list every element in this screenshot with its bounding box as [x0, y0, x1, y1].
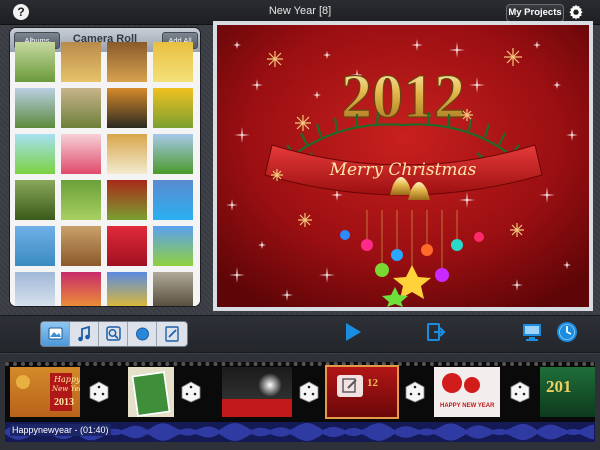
clip-greeting-card[interactable]	[128, 367, 174, 417]
export-icon[interactable]	[425, 321, 447, 343]
photo-thumbnail[interactable]	[61, 88, 101, 128]
photo-thumbnail[interactable]	[61, 180, 101, 220]
clip-text-new-year: New Year	[52, 385, 80, 393]
photo-thumbnail[interactable]	[153, 42, 193, 82]
audio-track-label: Happynewyear - (01:40)	[10, 424, 111, 436]
clip-201[interactable]: 201	[540, 367, 595, 417]
dice-icon[interactable]	[510, 381, 530, 403]
photo-thumbnail[interactable]	[153, 272, 193, 306]
clip-ornaments[interactable]: HAPPY NEW YEAR	[434, 367, 500, 417]
photo-thumbnail[interactable]	[153, 226, 193, 266]
edit-mode-icon[interactable]	[157, 322, 186, 346]
clip-text-happy: Happy	[54, 375, 80, 384]
photo-thumbnail[interactable]	[15, 134, 55, 174]
photo-thumbnail[interactable]	[107, 226, 147, 266]
photo-thumbnail[interactable]	[107, 88, 147, 128]
preview-image: 2012 Merry Christmas	[217, 25, 589, 307]
my-projects-button[interactable]: My Projects	[506, 4, 564, 22]
photo-thumbnail[interactable]	[153, 134, 193, 174]
clip-text-year: 2013	[54, 397, 74, 408]
photo-thumbnail[interactable]	[61, 42, 101, 82]
music-mode-icon[interactable]	[70, 322, 99, 346]
photo-thumbnail[interactable]	[15, 272, 55, 306]
dice-icon[interactable]	[405, 381, 425, 403]
photo-thumbnail[interactable]	[61, 134, 101, 174]
mode-segmented-control	[40, 321, 188, 347]
slideshow-preview[interactable]: 2012 Merry Christmas	[213, 21, 593, 311]
dice-icon[interactable]	[89, 381, 109, 403]
photo-thumbnail[interactable]	[107, 134, 147, 174]
photo-thumbnail[interactable]	[15, 180, 55, 220]
preview-year-text: 2012	[341, 63, 465, 131]
photo-thumbnail[interactable]	[61, 226, 101, 266]
clip-selected-2012[interactable]: 12	[325, 365, 399, 419]
clip-happy-new-year-2013[interactable]: Happy New Year 2013	[10, 367, 80, 417]
photo-thumbnail[interactable]	[153, 88, 193, 128]
photo-thumbnail[interactable]	[15, 88, 55, 128]
transition-mode-icon[interactable]	[128, 322, 157, 346]
play-icon[interactable]	[342, 321, 364, 343]
clip-fireworks[interactable]	[222, 367, 292, 417]
dice-icon[interactable]	[299, 381, 319, 403]
gear-icon[interactable]	[567, 3, 585, 21]
photo-thumbnail[interactable]	[15, 226, 55, 266]
zoom-mode-icon[interactable]	[99, 322, 128, 346]
album-panel: Albums Camera Roll Add All	[10, 28, 200, 306]
clock-icon[interactable]	[555, 320, 579, 344]
dice-icon[interactable]	[181, 381, 201, 403]
photo-thumbnail[interactable]	[107, 180, 147, 220]
photo-mode-icon[interactable]	[41, 322, 70, 346]
photo-thumbnail[interactable]	[107, 272, 147, 306]
preview-banner-text: Merry Christmas	[329, 160, 477, 180]
edit-clip-icon[interactable]	[337, 375, 363, 397]
photo-thumbnail[interactable]	[61, 272, 101, 306]
photo-grid	[10, 42, 200, 306]
photo-thumbnail[interactable]	[107, 42, 147, 82]
photo-thumbnail[interactable]	[15, 42, 55, 82]
photo-thumbnail[interactable]	[153, 180, 193, 220]
clip-text-happy-new-year: HAPPY NEW YEAR	[440, 403, 495, 409]
tv-icon[interactable]	[521, 321, 543, 343]
